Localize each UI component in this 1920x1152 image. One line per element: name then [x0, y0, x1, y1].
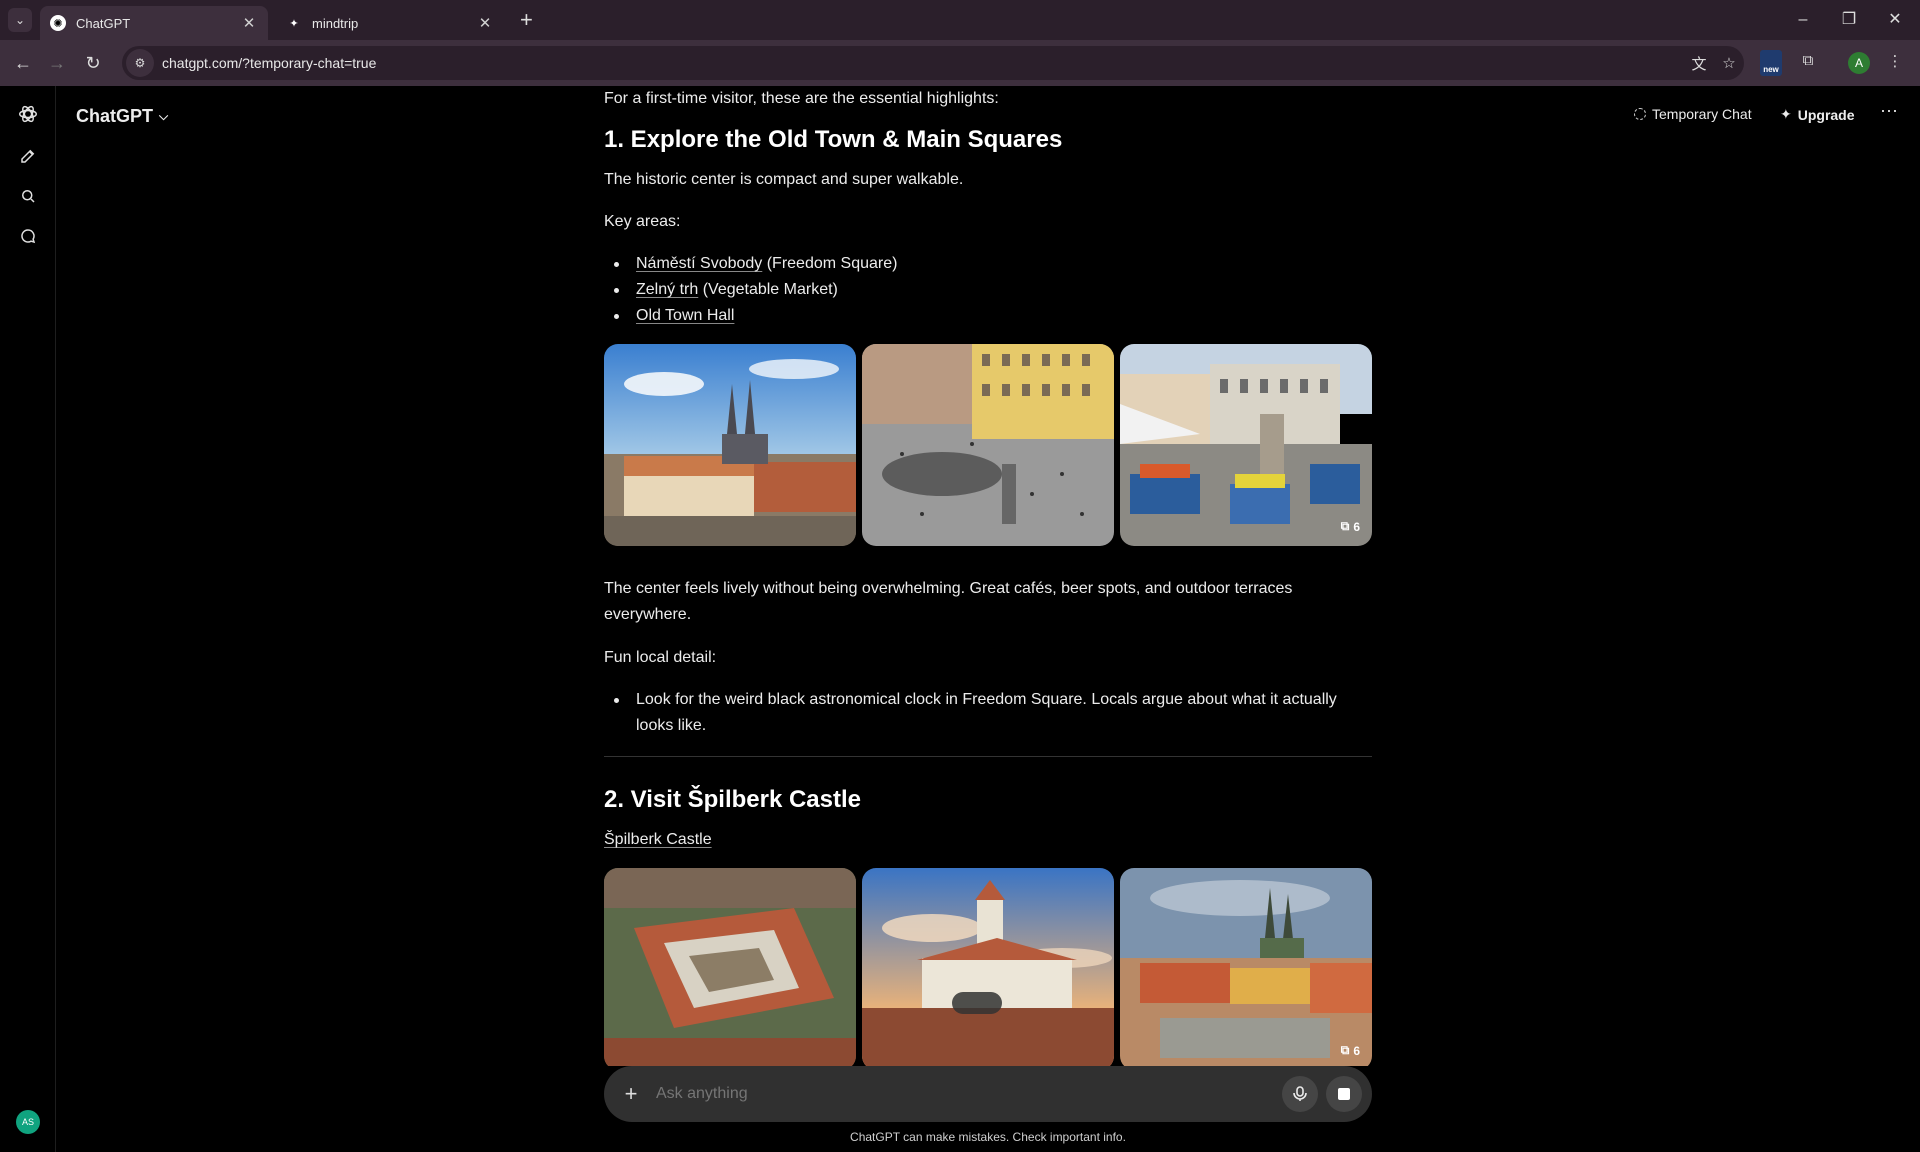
model-selector[interactable]: ChatGPT ⌵	[76, 106, 168, 127]
sparkle-icon: ✦	[1780, 106, 1792, 122]
browser-menu-icon[interactable]: ⋮	[1882, 52, 1908, 70]
image-vegetable-market[interactable]: ⧉ 6	[1120, 344, 1372, 546]
list-item: Old Town Hall	[604, 303, 1372, 329]
image-castle-aerial[interactable]	[604, 868, 856, 1066]
close-tab-icon[interactable]: ✕	[240, 14, 258, 32]
image-castle-tower[interactable]	[862, 868, 1114, 1066]
site-info-icon[interactable]: ⚙	[126, 49, 154, 77]
new-chat-icon[interactable]	[14, 142, 42, 170]
image-gallery-old-town: ⧉ 6	[604, 344, 1372, 546]
reload-icon[interactable]: ↻	[80, 50, 106, 76]
restore-icon[interactable]: ❐	[1826, 6, 1872, 34]
section-heading-spilberk: 2. Visit Špilberk Castle	[604, 786, 862, 813]
image-count-badge: ⧉ 6	[1341, 1043, 1360, 1058]
disclaimer-text: ChatGPT can make mistakes. Check importa…	[850, 1130, 1126, 1144]
extension-new-icon[interactable]: new	[1760, 50, 1782, 76]
section-divider	[604, 756, 1372, 757]
close-tab-icon[interactable]: ✕	[476, 14, 494, 32]
image-count: 6	[1353, 519, 1360, 534]
url-text[interactable]: chatgpt.com/?temporary-chat=true	[162, 55, 1684, 71]
microphone-button[interactable]	[1282, 1076, 1318, 1112]
address-bar[interactable]: ⚙ chatgpt.com/?temporary-chat=true 文 ☆	[122, 46, 1744, 80]
close-window-icon[interactable]: ✕	[1872, 6, 1918, 34]
zelny-trh-link[interactable]: Zelný trh	[636, 281, 698, 298]
tab-title: ChatGPT	[76, 15, 131, 31]
bookmark-star-icon[interactable]: ☆	[1714, 54, 1744, 72]
key-areas-label: Key areas:	[604, 213, 681, 230]
browser-tabstrip: ⌄ ✺ ChatGPT ✕ ✦ mindtrip ✕ + – ❐ ✕	[0, 0, 1920, 40]
image-count: 6	[1353, 1043, 1360, 1058]
tab-chatgpt[interactable]: ✺ ChatGPT ✕	[40, 6, 268, 40]
mindtrip-favicon-icon: ✦	[289, 17, 299, 30]
images-stack-icon: ⧉	[1340, 519, 1350, 533]
back-icon[interactable]: ←	[10, 50, 36, 76]
profile-avatar[interactable]: A	[1848, 52, 1870, 74]
paragraph-walkable: The historic center is compact and super…	[604, 171, 964, 188]
stop-icon	[1338, 1088, 1350, 1100]
dashed-circle-icon	[1634, 108, 1646, 120]
list-item: Look for the weird black astronomical cl…	[604, 687, 1372, 739]
intro-text: For a first-time visitor, these are the …	[604, 90, 999, 107]
images-stack-icon: ⧉	[1340, 1043, 1350, 1057]
message-composer: +	[604, 1066, 1372, 1122]
search-icon[interactable]	[14, 182, 42, 210]
sidebar-rail: AS	[0, 86, 56, 1152]
openai-logo-icon[interactable]	[14, 100, 42, 128]
translate-icon[interactable]: 文	[1684, 53, 1714, 74]
temporary-chat-button[interactable]: Temporary Chat	[1634, 106, 1752, 122]
forward-icon[interactable]: →	[44, 50, 70, 76]
fun-detail-label: Fun local detail:	[604, 649, 717, 666]
image-gallery-spilberk: ⧉ 6	[604, 868, 1372, 1066]
minimize-icon[interactable]: –	[1780, 6, 1826, 34]
chatgpt-app: AS ChatGPT ⌵ Temporary Chat ✦ Upgrade ··…	[0, 86, 1920, 1152]
key-areas-list: Náměstí Svobody (Freedom Square) Zelný t…	[604, 251, 1372, 329]
list-item-suffix: (Vegetable Market)	[698, 281, 838, 298]
upgrade-button[interactable]: ✦ Upgrade	[1780, 106, 1855, 123]
upgrade-label: Upgrade	[1797, 106, 1855, 123]
list-item: Zelný trh (Vegetable Market)	[604, 277, 1372, 303]
tab-title: mindtrip	[312, 15, 359, 31]
more-options-icon[interactable]: ···	[1880, 100, 1898, 121]
microphone-icon	[1293, 1086, 1307, 1101]
image-count-badge: ⧉ 6	[1341, 519, 1360, 534]
namesti-svobody-link[interactable]: Náměstí Svobody	[636, 255, 762, 272]
image-brno-skyline[interactable]: ⧉ 6	[1120, 868, 1372, 1066]
tab-search-button[interactable]: ⌄	[8, 8, 32, 32]
section-heading-old-town: 1. Explore the Old Town & Main Squares	[604, 126, 1063, 153]
tab-mindtrip[interactable]: ✦ mindtrip ✕	[276, 6, 504, 40]
old-town-hall-link[interactable]: Old Town Hall	[636, 307, 734, 324]
paragraph-center-lively: The center feels lively without being ov…	[604, 580, 1293, 623]
assistant-message: For a first-time visitor, these are the …	[604, 86, 1372, 1066]
image-cathedral-aerial[interactable]	[604, 344, 856, 546]
list-item: Náměstí Svobody (Freedom Square)	[604, 251, 1372, 277]
add-attachment-button[interactable]: +	[616, 1079, 646, 1109]
chats-icon[interactable]	[14, 222, 42, 250]
prompt-input[interactable]	[656, 1085, 1282, 1103]
temporary-chat-label: Temporary Chat	[1652, 106, 1752, 122]
spilberk-castle-link[interactable]: Špilberk Castle	[604, 831, 712, 848]
chatgpt-favicon-icon: ✺	[50, 15, 66, 31]
image-freedom-square[interactable]	[862, 344, 1114, 546]
chevron-down-icon: ⌵	[159, 109, 169, 123]
user-avatar[interactable]: AS	[16, 1110, 40, 1134]
fun-detail-list: Look for the weird black astronomical cl…	[604, 687, 1372, 739]
list-item-suffix: (Freedom Square)	[762, 255, 898, 272]
model-label: ChatGPT	[76, 106, 154, 126]
new-tab-button[interactable]: +	[520, 8, 533, 32]
browser-toolbar: ← → ↻ ⚙ chatgpt.com/?temporary-chat=true…	[0, 40, 1920, 86]
stop-generating-button[interactable]	[1326, 1076, 1362, 1112]
extensions-puzzle-icon[interactable]: ⧉	[1795, 52, 1821, 69]
